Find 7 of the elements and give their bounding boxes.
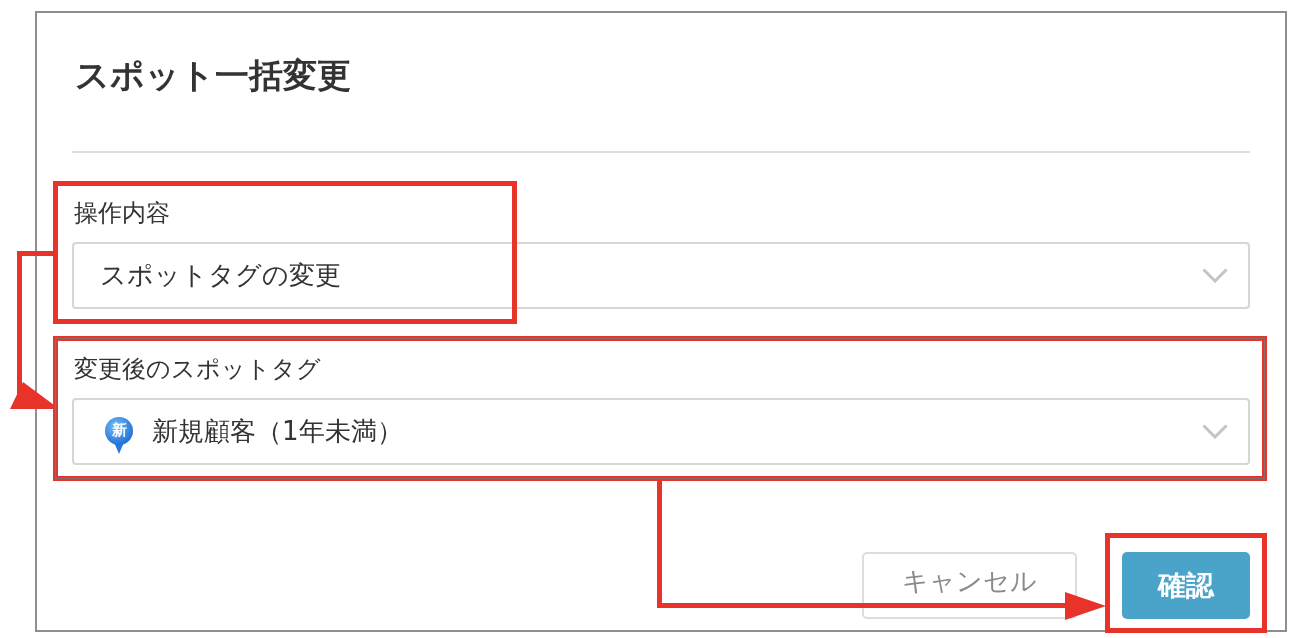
dialog-title: スポット一括変更: [75, 54, 352, 97]
field-label: 変更後のスポットタグ: [74, 354, 322, 385]
field-label: 操作内容: [74, 198, 171, 229]
chevron-down-icon: [1202, 424, 1228, 439]
chevron-down-icon: [1202, 268, 1228, 283]
select-field[interactable]: スポットタグの変更: [72, 242, 1250, 309]
select-field[interactable]: 新 新規顧客（1年未満）: [72, 398, 1250, 465]
